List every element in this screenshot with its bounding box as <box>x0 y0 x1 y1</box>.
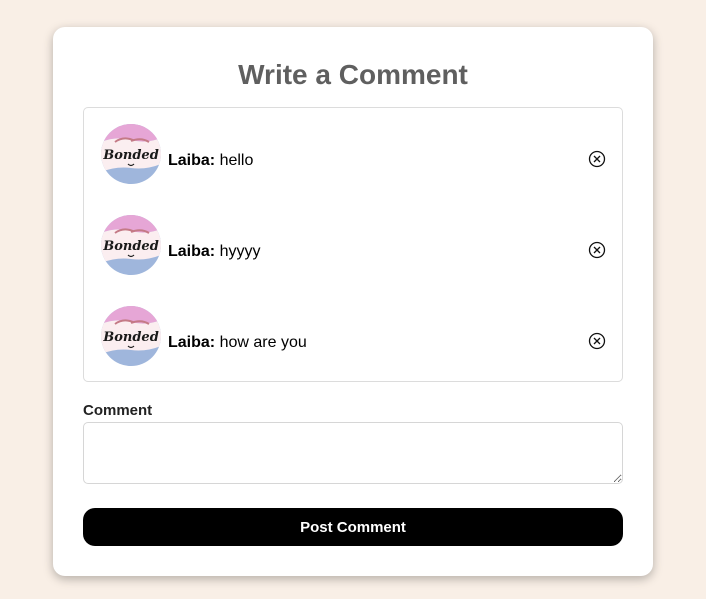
comment-card: Write a Comment Bonded Laiba: hello Bond… <box>53 27 653 576</box>
comment-author: Laiba: <box>168 152 216 169</box>
delete-comment-button[interactable] <box>588 150 606 168</box>
svg-text:Bonded: Bonded <box>102 330 159 345</box>
comment-text: Laiba: hello <box>168 152 253 170</box>
comment-input[interactable] <box>83 422 623 484</box>
comment-body: how are you <box>219 334 307 351</box>
close-circle-icon <box>588 150 606 168</box>
delete-comment-button[interactable] <box>588 332 606 350</box>
comment-body: hello <box>219 152 254 169</box>
close-circle-icon <box>588 332 606 350</box>
avatar: Bonded <box>101 306 161 366</box>
svg-text:Bonded: Bonded <box>102 148 159 163</box>
post-comment-button[interactable]: Post Comment <box>83 508 623 546</box>
comment-author: Laiba: <box>168 243 216 260</box>
comment-list: Bonded Laiba: hello Bonded Laiba: hyyyy … <box>83 107 623 382</box>
delete-comment-button[interactable] <box>588 241 606 259</box>
list-item: Bonded Laiba: hello <box>101 124 606 184</box>
avatar: Bonded <box>101 124 161 184</box>
comment-body: hyyyy <box>219 243 261 260</box>
list-item: Bonded Laiba: how are you <box>101 306 606 366</box>
comment-text: Laiba: hyyyy <box>168 243 260 261</box>
list-item: Bonded Laiba: hyyyy <box>101 215 606 275</box>
comment-author: Laiba: <box>168 334 216 351</box>
page-title: Write a Comment <box>238 59 468 90</box>
comment-field-label: Comment <box>83 402 153 419</box>
svg-text:Bonded: Bonded <box>102 239 159 254</box>
close-circle-icon <box>588 241 606 259</box>
comment-text: Laiba: how are you <box>168 334 307 352</box>
avatar: Bonded <box>101 215 161 275</box>
